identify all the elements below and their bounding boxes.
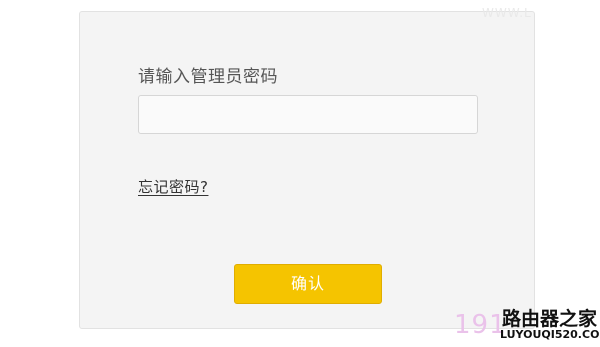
login-card: 请输入管理员密码 忘记密码? 确认 bbox=[79, 11, 535, 329]
watermark-logo-cn: 路由器之家 bbox=[502, 308, 598, 330]
password-prompt-label: 请输入管理员密码 bbox=[138, 67, 278, 87]
forgot-password-link[interactable]: 忘记密码? bbox=[138, 176, 208, 197]
watermark-logo: 路由器之家 LUYOUQI520.COM bbox=[496, 300, 600, 347]
password-input[interactable] bbox=[138, 95, 478, 134]
confirm-button[interactable]: 确认 bbox=[234, 264, 382, 304]
watermark-logo-en: LUYOUQI520.COM bbox=[500, 328, 600, 341]
watermark-top-text: WWW.L bbox=[482, 6, 532, 20]
